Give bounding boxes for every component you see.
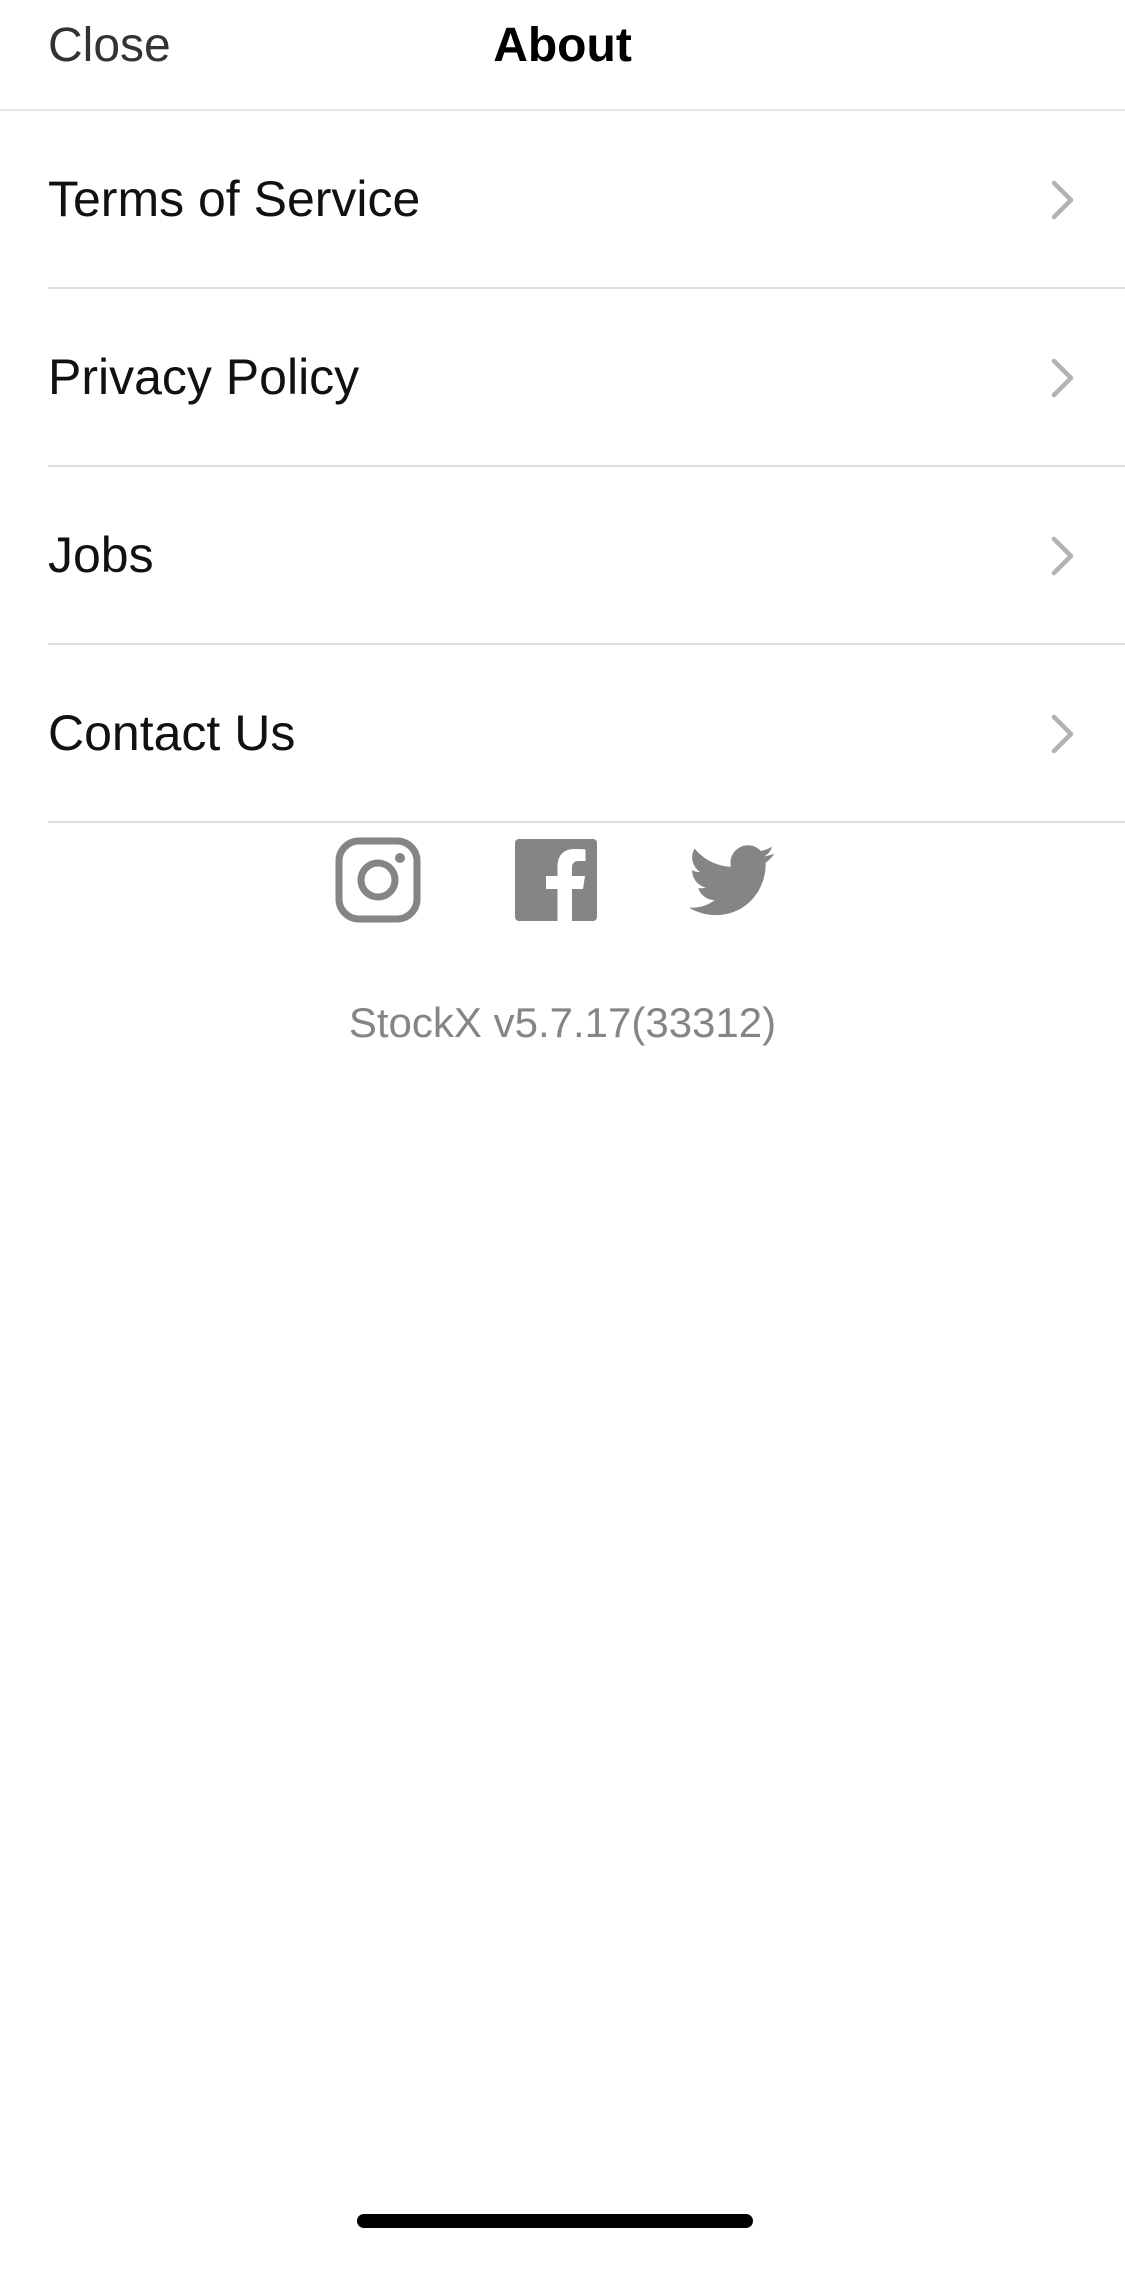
instagram-icon[interactable]: [335, 837, 421, 923]
menu-item-privacy-policy[interactable]: Privacy Policy: [48, 289, 1125, 467]
menu-item-terms-of-service[interactable]: Terms of Service: [48, 111, 1125, 289]
chevron-right-icon: [1051, 358, 1074, 398]
menu-item-contact-us[interactable]: Contact Us: [48, 645, 1125, 823]
chevron-right-icon: [1051, 536, 1074, 576]
navigation-bar: Close About: [0, 0, 1125, 111]
home-indicator[interactable]: [357, 2214, 753, 2228]
menu-item-label: Jobs: [48, 527, 154, 583]
chevron-right-icon: [1051, 180, 1074, 220]
menu-item-label: Privacy Policy: [48, 349, 360, 405]
twitter-icon[interactable]: [690, 837, 776, 923]
about-menu-list: Terms of Service Privacy Policy Jobs Con…: [0, 111, 1125, 823]
menu-item-label: Terms of Service: [48, 171, 421, 227]
page-title: About: [493, 19, 632, 72]
menu-item-label: Contact Us: [48, 705, 296, 761]
social-links: [0, 837, 1125, 923]
chevron-right-icon: [1051, 714, 1074, 754]
menu-item-jobs[interactable]: Jobs: [48, 467, 1125, 645]
facebook-icon[interactable]: [513, 837, 599, 923]
app-version-text: StockX v5.7.17(33312): [348, 999, 777, 1046]
